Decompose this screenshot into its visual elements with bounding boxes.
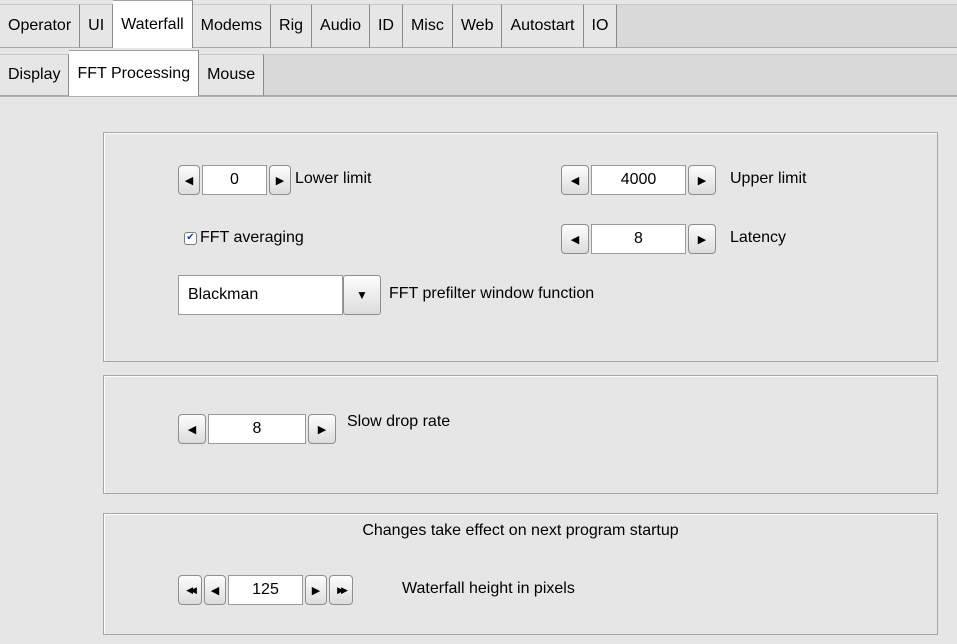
- drop-rate-group: ◀ 8 ▶ Slow drop rate: [103, 375, 938, 494]
- startup-settings-group: Changes take effect on next program star…: [103, 513, 938, 635]
- tab-fft-processing[interactable]: FFT Processing: [69, 50, 200, 96]
- tab-audio[interactable]: Audio: [312, 4, 370, 48]
- left-arrow-icon: ◀: [187, 423, 197, 436]
- right-arrow-icon: ▶: [275, 174, 285, 187]
- lower-limit-decrement-button[interactable]: ◀: [178, 165, 200, 195]
- double-left-arrow-icon: ◀◀: [186, 584, 197, 595]
- latency-increment-button[interactable]: ▶: [688, 224, 716, 254]
- waterfall-height-fast-decrement-button[interactable]: ◀◀: [178, 575, 202, 605]
- upper-limit-value[interactable]: 4000: [591, 165, 686, 195]
- startup-notice: Changes take effect on next program star…: [362, 522, 679, 539]
- slow-drop-rate-counter: ◀ 8 ▶: [178, 413, 336, 445]
- check-icon: ✔: [186, 232, 195, 243]
- double-right-arrow-icon: ▶▶: [337, 584, 348, 595]
- window-function-dropdown-button[interactable]: ▼: [343, 275, 381, 315]
- upper-limit-label: Upper limit: [730, 170, 807, 187]
- waterfall-height-decrement-button[interactable]: ◀: [204, 575, 226, 605]
- slow-drop-rate-value[interactable]: 8: [208, 414, 306, 444]
- waterfall-height-fast-increment-button[interactable]: ▶▶: [329, 575, 353, 605]
- latency-label: Latency: [730, 229, 787, 246]
- tab-autostart[interactable]: Autostart: [502, 4, 584, 48]
- tab-modems[interactable]: Modems: [192, 4, 272, 48]
- slow-drop-rate-label: Slow drop rate: [347, 413, 451, 430]
- lower-limit-counter: ◀ 0 ▶: [178, 164, 291, 196]
- right-arrow-icon: ▶: [311, 584, 321, 597]
- left-arrow-icon: ◀: [570, 174, 580, 187]
- waterfall-height-increment-button[interactable]: ▶: [305, 575, 327, 605]
- right-arrow-icon: ▶: [317, 423, 327, 436]
- upper-limit-decrement-button[interactable]: ◀: [561, 165, 589, 195]
- waterfall-height-label: Waterfall height in pixels: [402, 580, 575, 597]
- window-function-value[interactable]: Blackman: [178, 275, 343, 315]
- secondary-tab-bar: Display FFT Processing Mouse: [0, 50, 957, 96]
- tab-web[interactable]: Web: [452, 4, 503, 48]
- left-arrow-icon: ◀: [570, 233, 580, 246]
- tab-display[interactable]: Display: [0, 54, 70, 96]
- right-arrow-icon: ▶: [697, 233, 707, 246]
- waterfall-height-counter: ◀◀ ◀ 125 ▶ ▶▶: [178, 574, 353, 606]
- upper-limit-counter: ◀ 4000 ▶: [561, 164, 716, 196]
- fft-processing-panel: ◀ 0 ▶ Lower limit ◀ 4000 ▶ Upper limit ✔…: [0, 96, 957, 644]
- lower-limit-label: Lower limit: [295, 170, 372, 187]
- right-arrow-icon: ▶: [697, 174, 707, 187]
- latency-decrement-button[interactable]: ◀: [561, 224, 589, 254]
- latency-value[interactable]: 8: [591, 224, 686, 254]
- tab-ui[interactable]: UI: [80, 4, 114, 48]
- fft-averaging-checkbox[interactable]: ✔: [184, 231, 197, 245]
- waterfall-height-value[interactable]: 125: [228, 575, 303, 605]
- tab-mouse[interactable]: Mouse: [199, 54, 265, 96]
- tab-id[interactable]: ID: [369, 4, 403, 48]
- tab-misc[interactable]: Misc: [402, 4, 453, 48]
- fft-averaging-label: FFT averaging: [200, 229, 304, 246]
- left-arrow-icon: ◀: [184, 174, 194, 187]
- tab-bar-filler: [617, 4, 957, 48]
- fft-averaging-row: ✔ FFT averaging: [184, 229, 304, 247]
- left-arrow-icon: ◀: [210, 584, 220, 597]
- lower-limit-value[interactable]: 0: [202, 165, 267, 195]
- slow-drop-rate-increment-button[interactable]: ▶: [308, 414, 336, 444]
- window-function-select[interactable]: Blackman ▼: [178, 275, 381, 315]
- latency-counter: ◀ 8 ▶: [561, 223, 716, 255]
- tab-operator[interactable]: Operator: [0, 4, 81, 48]
- tab-rig[interactable]: Rig: [271, 4, 313, 48]
- lower-limit-increment-button[interactable]: ▶: [269, 165, 291, 195]
- tab-waterfall[interactable]: Waterfall: [113, 0, 193, 48]
- chevron-down-icon: ▼: [356, 288, 368, 302]
- tab-bar-filler: [264, 54, 957, 96]
- fft-settings-group: ◀ 0 ▶ Lower limit ◀ 4000 ▶ Upper limit ✔…: [103, 132, 938, 362]
- upper-limit-increment-button[interactable]: ▶: [688, 165, 716, 195]
- tab-io[interactable]: IO: [583, 4, 618, 48]
- window-function-label: FFT prefilter window function: [389, 285, 595, 302]
- primary-tab-bar: Operator UI Waterfall Modems Rig Audio I…: [0, 0, 957, 48]
- slow-drop-rate-decrement-button[interactable]: ◀: [178, 414, 206, 444]
